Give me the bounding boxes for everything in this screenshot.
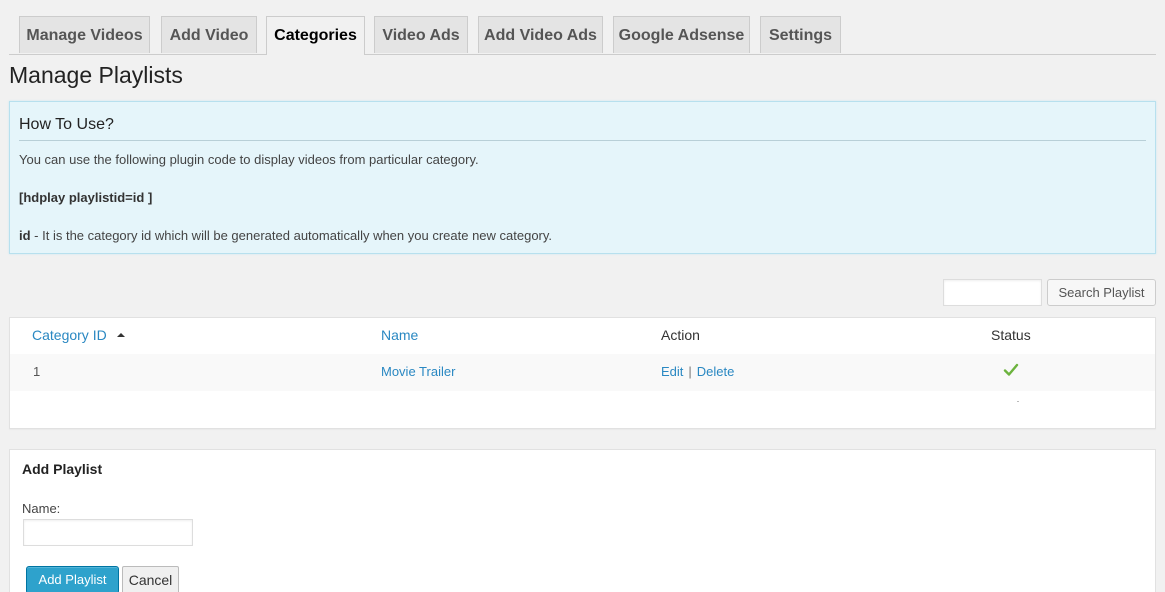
table-row: 1 Movie Trailer Edit | Delete — [10, 354, 1155, 391]
id-description: - It is the category id which will be ge… — [30, 228, 553, 243]
page-title: Manage Playlists — [9, 62, 183, 88]
cell-actions: Edit | Delete — [661, 364, 734, 379]
decorative-dot — [1017, 401, 1019, 402]
name-label: Name: — [22, 501, 61, 516]
tab-manage-videos[interactable]: Manage Videos — [19, 16, 150, 53]
action-separator: | — [688, 364, 692, 379]
checkmark-icon[interactable] — [1003, 362, 1019, 378]
column-header-category-id-label[interactable]: Category ID — [32, 327, 107, 343]
add-playlist-panel: Add Playlist Name: Add Playlist Cancel — [9, 449, 1156, 592]
cancel-button[interactable]: Cancel — [122, 566, 179, 592]
divider — [19, 140, 1146, 141]
tab-settings[interactable]: Settings — [760, 16, 841, 53]
tab-add-video-ads[interactable]: Add Video Ads — [478, 16, 603, 53]
how-to-use-title: How To Use? — [19, 116, 114, 133]
table-header: Category ID Name Action Status — [10, 318, 1155, 355]
tab-video-ads[interactable]: Video Ads — [374, 16, 468, 53]
shortcode-text: [hdplay playlistid=id ] — [19, 190, 152, 205]
edit-link[interactable]: Edit — [661, 364, 683, 379]
playlist-name-input[interactable] — [23, 519, 193, 546]
shortcode: [hdplay playlistid=id ] — [19, 190, 153, 205]
usage-description: You can use the following plugin code to… — [19, 152, 479, 167]
cell-category-id: 1 — [33, 364, 41, 379]
cell-playlist-name-link[interactable]: Movie Trailer — [381, 364, 455, 379]
delete-link[interactable]: Delete — [697, 364, 735, 379]
tab-add-video[interactable]: Add Video — [161, 16, 257, 53]
page: Manage Videos Add Video Categories Video… — [0, 0, 1165, 592]
id-explanation: id - It is the category id which will be… — [19, 228, 552, 243]
id-term: id — [19, 228, 31, 243]
column-header-status: Status — [991, 327, 1031, 343]
column-header-name[interactable]: Name — [381, 327, 418, 343]
column-header-category-id[interactable]: Category ID — [32, 327, 125, 343]
tab-categories[interactable]: Categories — [266, 16, 365, 55]
column-header-action: Action — [661, 327, 700, 343]
nav-tabs: Manage Videos Add Video Categories Video… — [9, 16, 1156, 55]
search-playlist-button[interactable]: Search Playlist — [1047, 279, 1156, 306]
playlists-table: Category ID Name Action Status 1 Movie T… — [9, 317, 1156, 429]
add-playlist-button[interactable]: Add Playlist — [26, 566, 119, 592]
search-playlist-input[interactable] — [943, 279, 1042, 306]
how-to-use-box: How To Use? You can use the following pl… — [9, 101, 1156, 254]
add-playlist-title: Add Playlist — [22, 461, 103, 477]
tab-google-adsense[interactable]: Google Adsense — [613, 16, 750, 53]
sort-ascending-icon[interactable] — [116, 333, 125, 337]
